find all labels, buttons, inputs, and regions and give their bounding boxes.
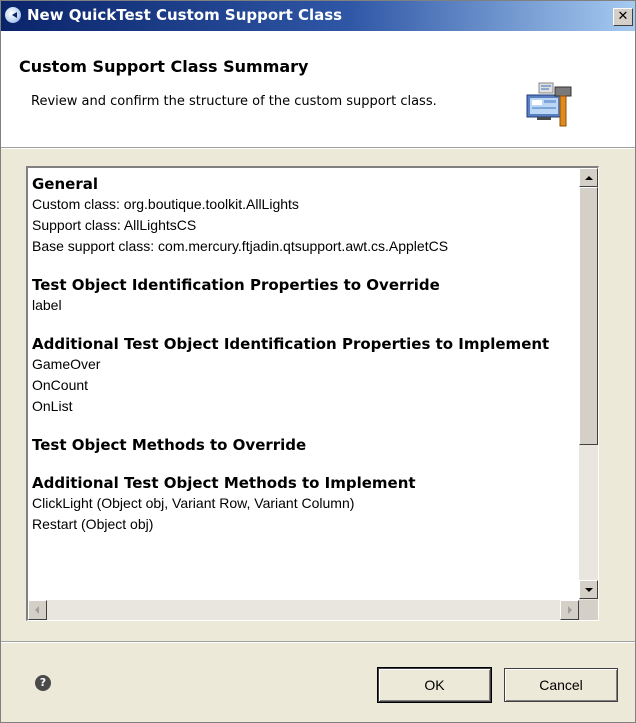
arrow-up-icon bbox=[585, 176, 593, 180]
header-divider-highlight bbox=[1, 148, 635, 149]
window-title: New QuickTest Custom Support Class bbox=[27, 6, 343, 24]
support-class-line: Support class: AllLightsCS bbox=[32, 217, 197, 233]
list-item: OnCount bbox=[32, 377, 89, 393]
help-icon[interactable]: ? bbox=[35, 675, 51, 691]
scroll-up-button[interactable] bbox=[579, 168, 598, 187]
summary-text: General Custom class: org.boutique.toolk… bbox=[32, 174, 577, 588]
scroll-left-button[interactable] bbox=[28, 600, 47, 620]
title-bar[interactable]: New QuickTest Custom Support Class ✕ bbox=[1, 1, 635, 31]
page-description: Review and confirm the structure of the … bbox=[31, 94, 437, 109]
list-item: OnList bbox=[32, 398, 73, 414]
section-heading-methods-override: Test Object Methods to Override bbox=[32, 436, 307, 454]
scroll-right-button[interactable] bbox=[560, 600, 579, 620]
section-heading-props-override: Test Object Identification Properties to… bbox=[32, 276, 440, 294]
list-item: Restart (Object obj) bbox=[32, 516, 154, 532]
scroll-thumb[interactable] bbox=[579, 187, 598, 445]
ok-button[interactable]: OK bbox=[377, 667, 492, 703]
vertical-scrollbar[interactable] bbox=[579, 168, 598, 601]
close-button[interactable]: ✕ bbox=[613, 8, 633, 26]
list-item: GameOver bbox=[32, 356, 101, 372]
dialog-window: New QuickTest Custom Support Class ✕ Cus… bbox=[0, 0, 636, 723]
horizontal-scrollbar[interactable] bbox=[28, 600, 579, 620]
custom-class-line: Custom class: org.boutique.toolkit.AllLi… bbox=[32, 196, 299, 212]
arrow-right-icon bbox=[568, 606, 572, 614]
arrow-down-icon bbox=[585, 588, 593, 592]
cancel-button[interactable]: Cancel bbox=[504, 668, 618, 702]
base-support-class-line: Base support class: com.mercury.ftjadin.… bbox=[32, 238, 449, 254]
app-logo-icon bbox=[5, 7, 21, 23]
summary-panel[interactable]: General Custom class: org.boutique.toolk… bbox=[26, 166, 599, 621]
footer-divider-highlight bbox=[1, 642, 635, 643]
wizard-computer-hammer-icon bbox=[526, 82, 572, 127]
wizard-header: Custom Support Class Summary Review and … bbox=[1, 31, 635, 147]
section-heading-props-implement: Additional Test Object Identification Pr… bbox=[32, 335, 550, 353]
page-title: Custom Support Class Summary bbox=[19, 57, 309, 76]
list-item: label bbox=[32, 297, 62, 313]
list-item: ClickLight (Object obj, Variant Row, Var… bbox=[32, 495, 355, 511]
section-heading-methods-implement: Additional Test Object Methods to Implem… bbox=[32, 474, 416, 492]
scroll-down-button[interactable] bbox=[579, 580, 598, 599]
scrollbar-corner bbox=[579, 600, 598, 620]
arrow-left-icon bbox=[35, 606, 39, 614]
section-heading-general: General bbox=[32, 175, 98, 193]
